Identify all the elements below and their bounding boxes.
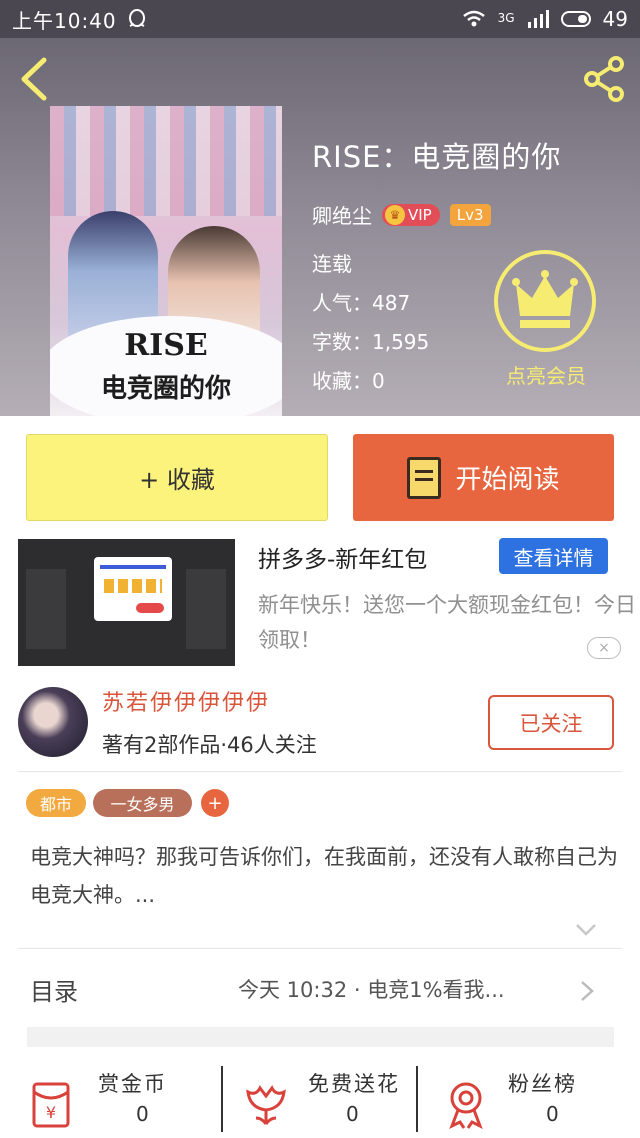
cover-dancers-strip — [50, 106, 282, 216]
add-tag-button[interactable]: + — [201, 789, 229, 817]
separator — [416, 1066, 418, 1132]
vip-badge: ♛ VIP — [382, 203, 440, 226]
book-icon — [407, 456, 442, 499]
catalog-latest-chapter: 今天 10:32 · 电竞1%看我... — [238, 978, 505, 1002]
reward-count: 0 — [136, 1102, 149, 1126]
tag-city[interactable]: 都市 — [26, 789, 86, 817]
fans-label: 粉丝榜 — [508, 1072, 577, 1096]
author-avatar[interactable] — [18, 687, 88, 757]
ad-close-button[interactable]: × — [587, 637, 621, 659]
ad-thumb-panel-right — [186, 569, 226, 649]
chevron-down-icon[interactable] — [574, 920, 598, 940]
ad-thumb-popup — [94, 557, 172, 621]
flower-label: 免费送花 — [308, 1072, 400, 1096]
ad-thumb-popup-bar — [100, 565, 166, 569]
ad-thumbnail[interactable] — [18, 539, 235, 666]
ad-description: 新年快乐！送您一个大额现金红包！今日领取！ — [258, 593, 636, 652]
medal-icon — [449, 1082, 483, 1130]
reward-label: 赏金币 — [98, 1072, 167, 1096]
divider — [18, 948, 622, 949]
free-flower-button[interactable]: 免费送花 0 — [228, 1062, 428, 1134]
ad-thumb-popup-coins — [104, 579, 162, 593]
crown-icon — [512, 270, 578, 328]
divider — [18, 771, 622, 772]
reward-coins-button[interactable]: ¥ 赏金币 0 — [18, 1062, 218, 1134]
cover-title-line1: RISE — [124, 328, 208, 363]
ad-detail-button[interactable]: 查看详情 — [499, 538, 608, 574]
member-button[interactable] — [494, 250, 596, 352]
flower-count: 0 — [346, 1102, 359, 1126]
battery-icon — [560, 11, 591, 27]
wifi-icon — [462, 10, 485, 27]
tag-one-woman-multi-men[interactable]: 一女多男 — [93, 789, 192, 817]
member-label[interactable]: 点亮会员 — [484, 360, 608, 389]
catalog-row[interactable]: 目录 今天 10:32 · 电竞1%看我... — [0, 955, 640, 1025]
cover-title-line2: 电竞圈的你 — [100, 374, 231, 404]
fans-count: 0 — [546, 1102, 559, 1126]
red-envelope-icon: ¥ — [32, 1082, 70, 1128]
signal-icon — [527, 10, 549, 28]
crown-coin-icon: ♛ — [385, 204, 405, 225]
battery-level: 49 — [602, 7, 628, 31]
author-row: 卿绝尘 ♛ VIP Lv3 — [312, 200, 561, 229]
vip-label: VIP — [408, 205, 432, 224]
start-reading-label: 开始阅读 — [455, 465, 560, 495]
status-time: 上午10:40 — [12, 8, 117, 33]
ad-thumb-popup-button — [136, 603, 164, 613]
book-cover[interactable]: RISE 电竞圈的你 — [50, 106, 282, 416]
collect-button[interactable]: + 收藏 — [26, 434, 328, 521]
book-author[interactable]: 卿绝尘 — [312, 200, 372, 229]
svg-text:¥: ¥ — [46, 1103, 56, 1122]
book-synopsis: 电竞大神吗？那我可告诉你们，在我面前，还没有人敢称自己为电竞大神。... — [30, 845, 618, 907]
flower-icon — [246, 1085, 286, 1125]
share-button[interactable] — [580, 54, 630, 104]
qq-icon — [128, 9, 145, 27]
back-icon — [21, 57, 47, 101]
catalog-label: 目录 — [30, 978, 78, 1006]
chevron-right-icon — [581, 981, 594, 1001]
network-type: 3G — [497, 11, 515, 25]
ad-title[interactable]: 拼多多-新年红包 — [258, 540, 427, 574]
author-name[interactable]: 苏若伊伊伊伊伊 — [102, 685, 270, 717]
ad-thumb-panel-left — [26, 569, 66, 649]
author-stats: 著有2部作品·46人关注 — [102, 733, 317, 757]
start-reading-button[interactable]: 开始阅读 — [353, 434, 614, 521]
book-header: RISE 电竞圈的你 RISE：电竞圈的你 卿绝尘 ♛ VIP Lv3 连载 人… — [0, 38, 640, 416]
back-button[interactable] — [14, 54, 58, 104]
book-title: RISE：电竞圈的你 — [312, 140, 562, 174]
section-gap — [27, 1027, 614, 1047]
status-bar: 上午10:40 3G 49 — [0, 0, 640, 38]
fans-ranking-button[interactable]: 粉丝榜 0 — [428, 1062, 628, 1134]
separator — [221, 1066, 223, 1132]
level-badge: Lv3 — [449, 203, 491, 226]
follow-button[interactable]: 已关注 — [488, 695, 614, 750]
share-icon — [584, 56, 624, 102]
